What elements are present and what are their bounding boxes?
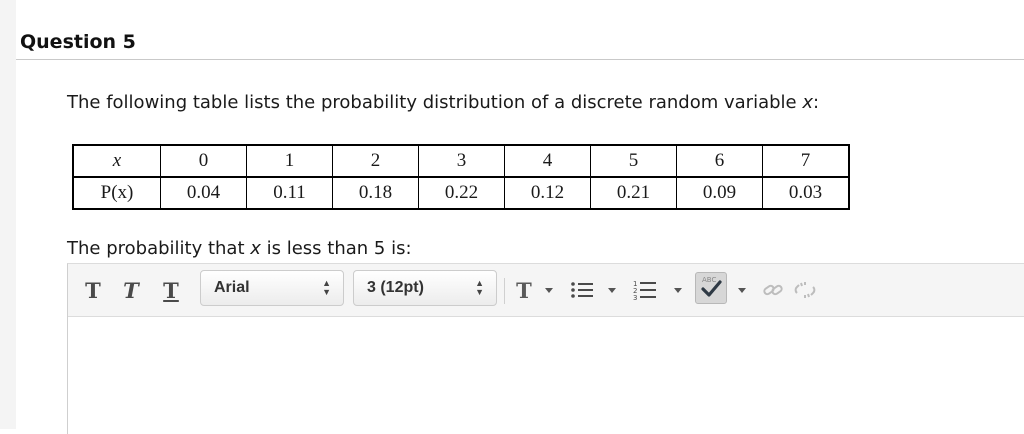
probability-distribution-table: x 0 1 2 3 4 5 6 7 P(x) 0.04 0.11 0.18 0.… bbox=[72, 144, 850, 210]
remove-link-button[interactable] bbox=[792, 275, 820, 305]
underline-t-icon: T bbox=[163, 277, 179, 303]
table-row-x: x 0 1 2 3 4 5 6 7 bbox=[72, 144, 850, 178]
spell-check-icon: ABC bbox=[701, 276, 722, 297]
chevron-down-icon[interactable] bbox=[545, 288, 553, 293]
table-cell: 0.03 bbox=[762, 176, 850, 210]
table-cell: 0.21 bbox=[590, 176, 677, 210]
table-cell: 0.11 bbox=[246, 176, 333, 210]
unlink-icon bbox=[794, 282, 816, 298]
table-cell: 0.22 bbox=[418, 176, 505, 210]
table-cell: 1 bbox=[246, 144, 333, 178]
table-row-px: P(x) 0.04 0.11 0.18 0.22 0.12 0.21 0.09 … bbox=[72, 176, 850, 210]
table-cell: 2 bbox=[332, 144, 419, 178]
table-cell: 0.18 bbox=[332, 176, 419, 210]
table-cell: 0.12 bbox=[504, 176, 591, 210]
italic-button[interactable]: T bbox=[118, 275, 144, 305]
prompt-end: : bbox=[813, 92, 820, 113]
editor-toolbar: T T T Arial ▲ ▼ 3 (12pt) ▲ ▼ T 1 2 3 ABC bbox=[68, 264, 1024, 317]
table-cell: 0.09 bbox=[676, 176, 763, 210]
chevron-down-icon[interactable] bbox=[738, 288, 746, 293]
font-family-value: Arial bbox=[214, 279, 250, 296]
left-margin-strip bbox=[0, 0, 16, 429]
bold-t-icon: T bbox=[85, 277, 101, 303]
text-color-button[interactable]: T bbox=[511, 275, 537, 305]
numbered-list-button[interactable]: 1 2 3 bbox=[630, 275, 660, 305]
sub-question-prompt: The probability that x is less than 5 is… bbox=[67, 238, 412, 259]
table-cell: 3 bbox=[418, 144, 505, 178]
italic-t-icon: T bbox=[123, 277, 139, 303]
bold-button[interactable]: T bbox=[80, 275, 106, 305]
question-divider bbox=[16, 59, 1024, 60]
text-color-icon: T bbox=[516, 277, 532, 303]
bullet-list-button[interactable] bbox=[568, 275, 596, 305]
chevron-down-icon[interactable] bbox=[674, 288, 682, 293]
question-prompt: The following table lists the probabilit… bbox=[67, 92, 819, 113]
sub-question-end: is less than 5 is: bbox=[260, 238, 412, 259]
answer-editor: T T T Arial ▲ ▼ 3 (12pt) ▲ ▼ T 1 2 3 ABC bbox=[67, 263, 1024, 434]
prompt-text: The following table lists the probabilit… bbox=[67, 92, 803, 113]
font-size-select[interactable]: 3 (12pt) ▲ ▼ bbox=[353, 270, 497, 306]
font-family-select[interactable]: Arial ▲ ▼ bbox=[200, 270, 344, 306]
answer-text-area[interactable] bbox=[68, 317, 1024, 434]
prompt-variable: x bbox=[802, 92, 813, 113]
select-arrows-icon: ▲ ▼ bbox=[322, 278, 331, 297]
sub-question-variable: x bbox=[250, 238, 261, 259]
question-title: Question 5 bbox=[20, 31, 136, 53]
table-cell: 0.04 bbox=[160, 176, 247, 210]
table-cell: 4 bbox=[504, 144, 591, 178]
link-icon bbox=[763, 284, 783, 296]
spell-check-button[interactable]: ABC bbox=[695, 272, 727, 304]
table-cell: 0 bbox=[160, 144, 247, 178]
select-arrows-icon: ▲ ▼ bbox=[475, 278, 484, 297]
chevron-down-icon[interactable] bbox=[608, 288, 616, 293]
table-cell: 6 bbox=[676, 144, 763, 178]
numbered-list-icon: 1 2 3 bbox=[633, 280, 656, 301]
svg-text:3: 3 bbox=[633, 294, 637, 301]
underline-button[interactable]: T bbox=[158, 275, 184, 305]
toolbar-divider bbox=[504, 278, 505, 304]
row-header-px: P(x) bbox=[72, 176, 161, 210]
font-size-value: 3 (12pt) bbox=[367, 279, 424, 296]
bullet-list-icon bbox=[571, 282, 593, 298]
row-header-x: x bbox=[72, 144, 161, 178]
spell-check-caption: ABC bbox=[702, 276, 716, 284]
table-cell: 7 bbox=[762, 144, 850, 178]
table-cell: 5 bbox=[590, 144, 677, 178]
sub-question-text: The probability that bbox=[67, 238, 251, 259]
insert-link-button[interactable] bbox=[760, 275, 786, 305]
